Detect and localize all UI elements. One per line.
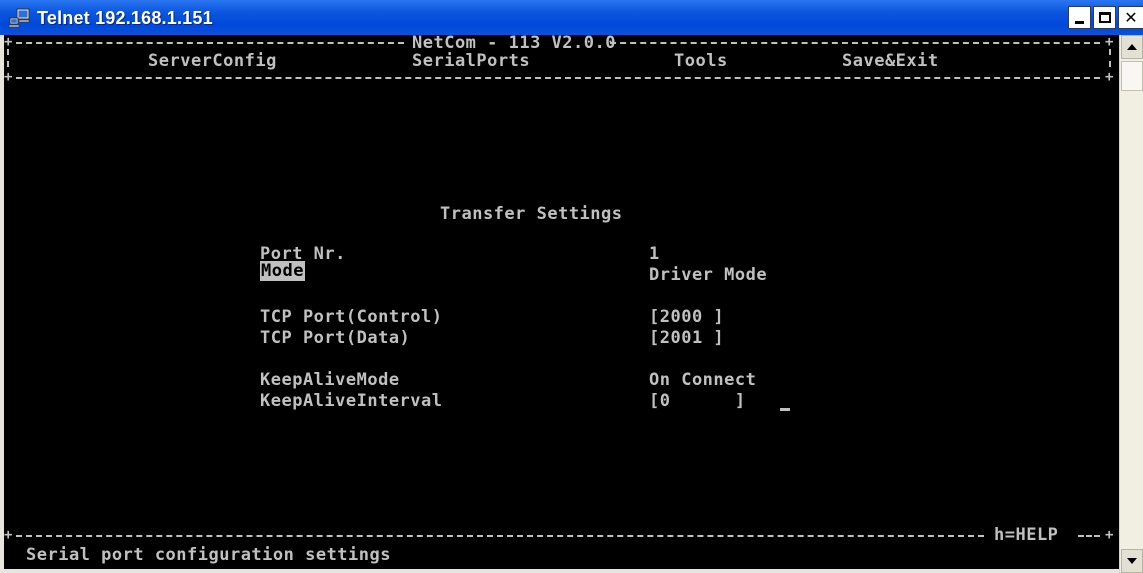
port-nr-value: 1: [649, 244, 660, 264]
keepalive-mode-label: KeepAliveMode: [260, 370, 400, 390]
maximize-button[interactable]: [1093, 6, 1116, 29]
footer-border-right: [1078, 535, 1100, 537]
tcp-port-control-field[interactable]: [2000 ]: [649, 307, 724, 327]
terminal-screen[interactable]: + NetCom - 113 V2.0.0 + ServerConfig Ser…: [4, 33, 1119, 569]
maximize-icon: [1098, 12, 1111, 23]
tcp-port-data-label: TCP Port(Data): [260, 328, 411, 348]
status-line: Serial port configuration settings: [26, 545, 391, 565]
menu-save-exit[interactable]: Save&Exit: [842, 51, 939, 71]
keepalive-mode-value[interactable]: On Connect: [649, 370, 756, 390]
mode-label[interactable]: Mode: [260, 261, 305, 281]
minimize-button[interactable]: [1068, 6, 1091, 29]
section-title: Transfer Settings: [440, 204, 623, 224]
scroll-down-button[interactable]: [1121, 549, 1143, 573]
close-button[interactable]: ✕: [1118, 6, 1143, 29]
mode-label-selected[interactable]: Mode: [260, 261, 305, 281]
frame-side-left: [7, 49, 9, 67]
keepalive-interval-label: KeepAliveInterval: [260, 391, 443, 411]
frame-corner: +: [1105, 527, 1114, 543]
vertical-scrollbar[interactable]: [1119, 35, 1143, 573]
keepalive-interval-field[interactable]: [0 ]: [649, 391, 746, 411]
menu-bottom-border: [16, 77, 1100, 79]
window-frame-bottom: [0, 569, 1119, 573]
frame-top-border-left: [16, 42, 404, 44]
arrow-down-icon: [1127, 558, 1137, 564]
frame-corner: +: [1105, 69, 1114, 85]
frame-corner: +: [4, 69, 13, 85]
scrollbar-thumb[interactable]: [1121, 61, 1143, 91]
tcp-port-control-label: TCP Port(Control): [260, 307, 443, 327]
frame-corner: +: [4, 527, 13, 543]
text-cursor: [780, 408, 790, 411]
footer-border: [16, 535, 984, 537]
frame-corner: +: [4, 34, 13, 50]
minimize-icon: [1075, 21, 1084, 24]
menu-serverconfig[interactable]: ServerConfig: [148, 51, 277, 71]
help-hint: h=HELP: [994, 525, 1059, 545]
telnet-computer-icon: [8, 8, 30, 28]
arrow-up-icon: [1127, 44, 1137, 50]
menu-serialports[interactable]: SerialPorts: [412, 51, 530, 71]
frame-corner: +: [1105, 34, 1114, 50]
frame-top-border-right: [610, 42, 1100, 44]
close-icon: ✕: [1124, 7, 1138, 27]
window-title: Telnet 192.168.1.151: [37, 8, 213, 28]
window-titlebar[interactable]: Telnet 192.168.1.151 ✕: [0, 0, 1143, 36]
scroll-up-button[interactable]: [1121, 35, 1143, 59]
mode-value[interactable]: Driver Mode: [649, 265, 767, 285]
tcp-port-data-field[interactable]: [2001 ]: [649, 328, 724, 348]
menu-tools[interactable]: Tools: [674, 51, 728, 71]
frame-side-right: [1109, 49, 1111, 67]
app-header-title: NetCom - 113 V2.0.0: [412, 33, 616, 53]
